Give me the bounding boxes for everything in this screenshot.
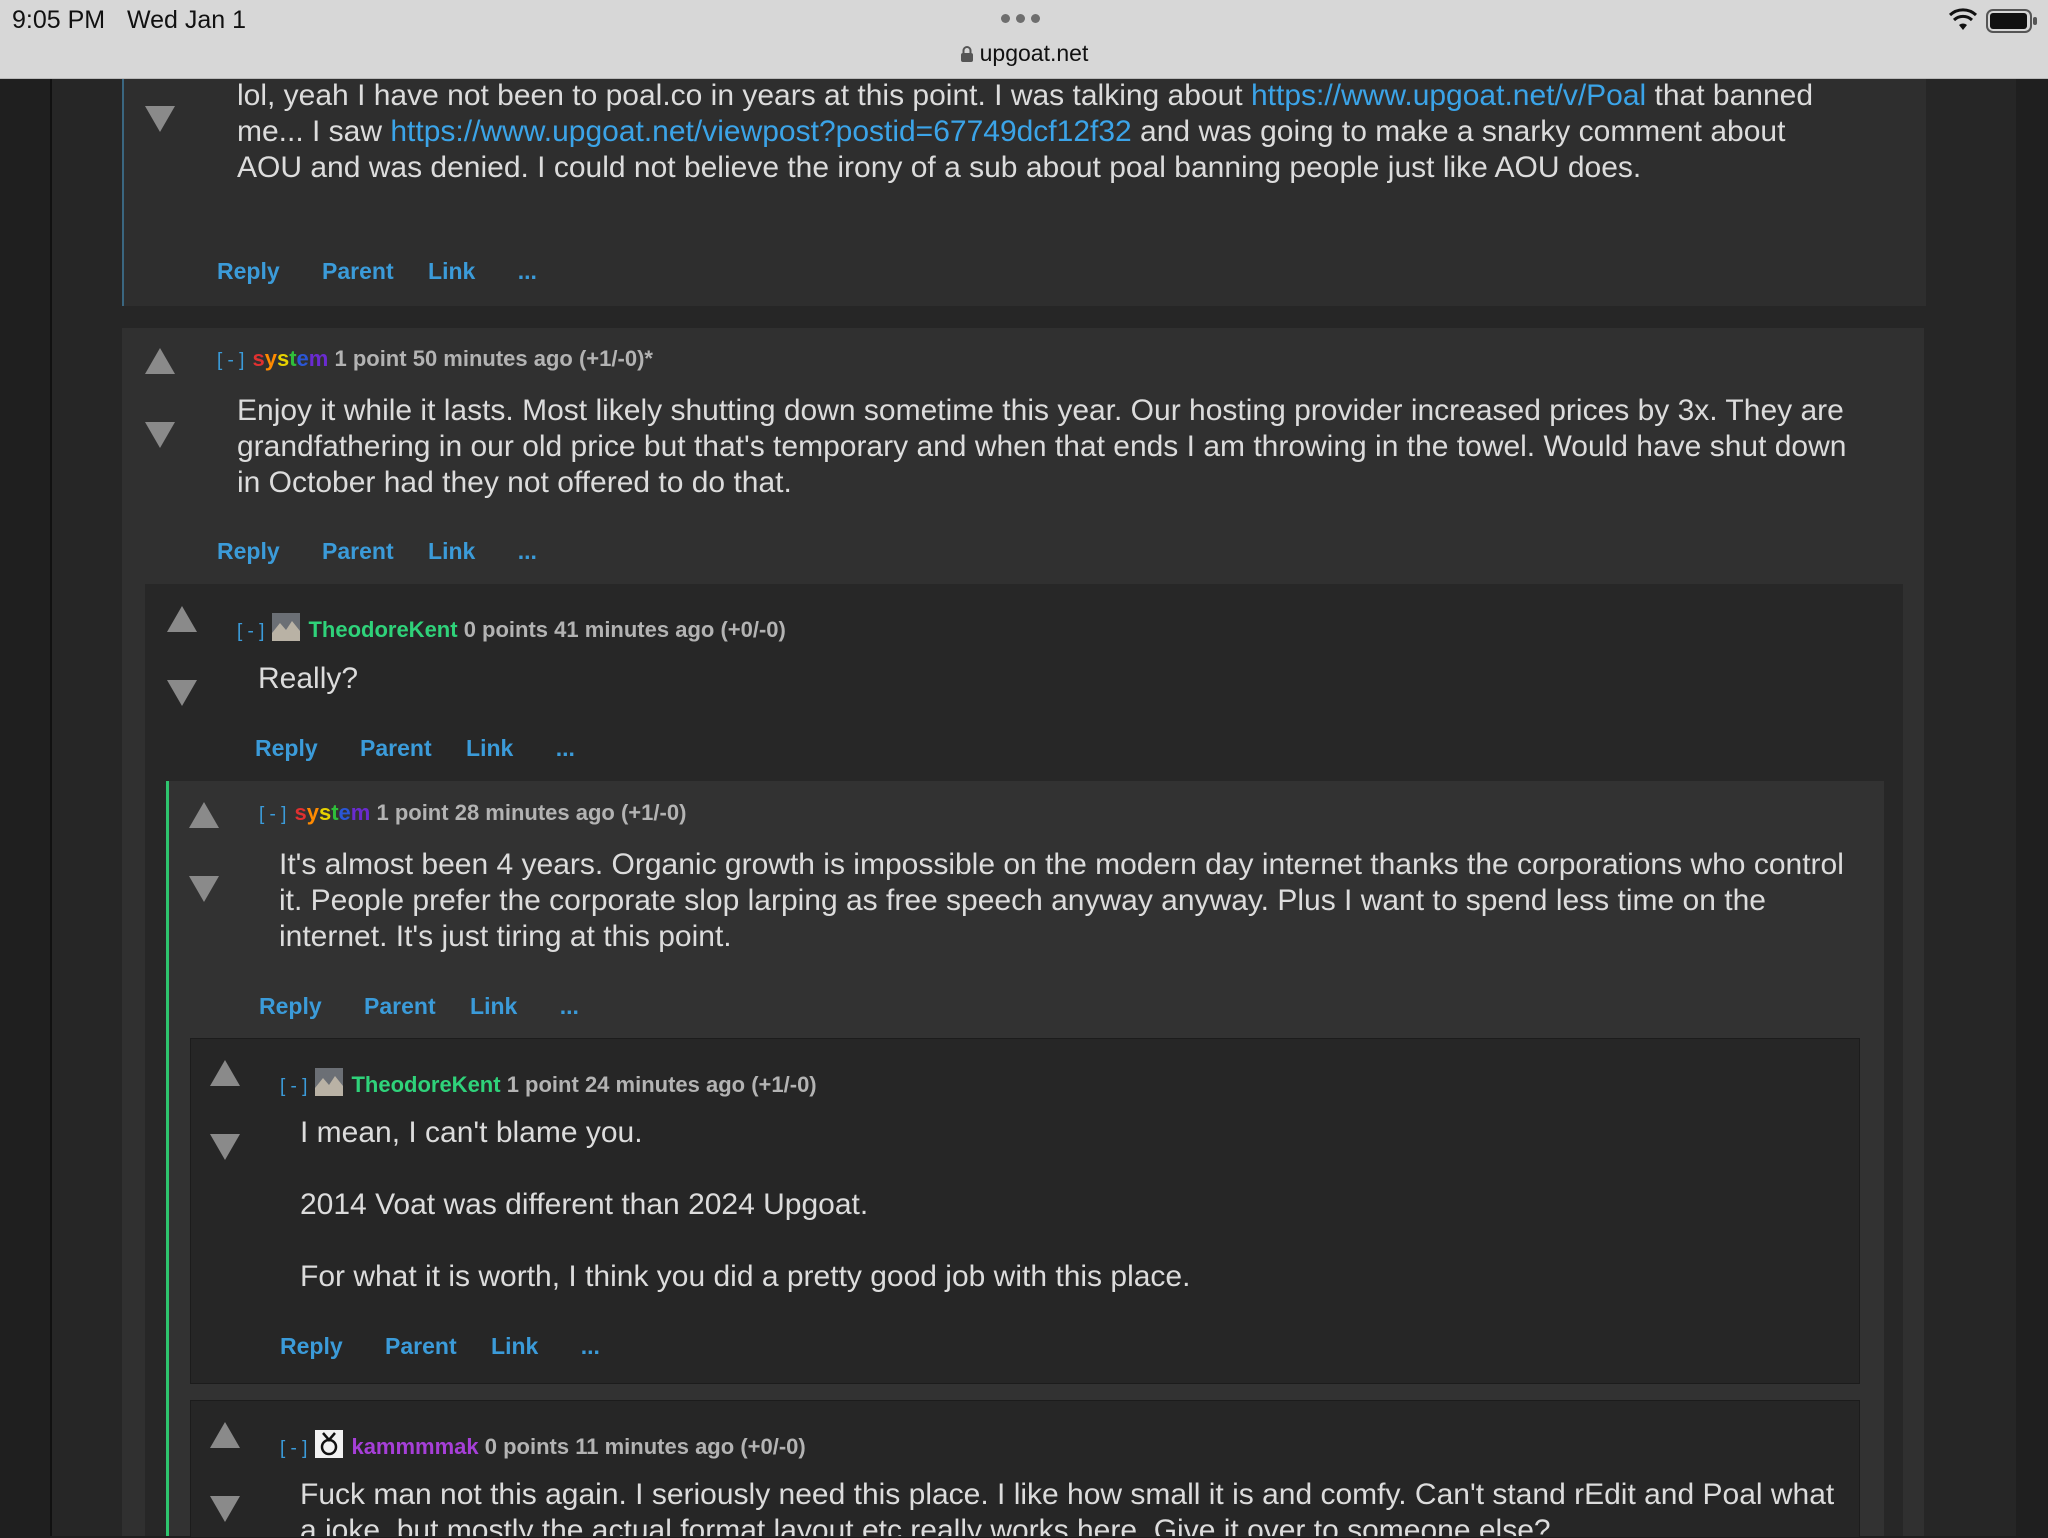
comment-body: Really? — [258, 662, 359, 695]
upvote-icon[interactable] — [189, 802, 219, 828]
comment-body: Fuck man not this again. I seriously nee… — [300, 1478, 1835, 1536]
comment-meta: [ - ] TheodoreKent 0 points 41 minutes ag… — [237, 613, 786, 643]
username[interactable]: kammmmak — [351, 1434, 478, 1459]
vote-tally: (+1/-0) — [620, 800, 687, 825]
comment-body: It's almost been 4 years. Organic growth… — [279, 848, 1844, 953]
permalink[interactable]: Link — [466, 735, 513, 762]
comment-body: lol, yeah I have not been to poal.co in … — [237, 79, 1814, 184]
reply-link[interactable]: Reply — [217, 538, 280, 565]
more-dots-icon[interactable] — [1001, 14, 1040, 23]
battery-icon — [1986, 9, 2037, 33]
parent-link[interactable]: Parent — [322, 538, 394, 565]
comment-actions: Reply Parent Link ... — [255, 735, 575, 762]
more-actions[interactable]: ... — [556, 735, 575, 762]
lock-icon — [960, 46, 973, 62]
score: 0 points — [484, 1434, 570, 1459]
downvote-icon[interactable] — [145, 422, 175, 448]
parent-link[interactable]: Parent — [360, 735, 432, 762]
downvote-icon[interactable] — [167, 680, 197, 706]
username[interactable]: system — [252, 346, 328, 371]
more-actions[interactable]: ... — [560, 993, 579, 1020]
comment-meta: [ - ] TheodoreKent 1 point 24 minutes ago… — [280, 1068, 817, 1098]
comment-actions: Reply Parent Link ... — [217, 258, 537, 285]
comment-body: Enjoy it while it lasts. Most likely shu… — [237, 394, 1847, 499]
downvote-icon[interactable] — [210, 1496, 240, 1522]
score: 1 point — [334, 346, 407, 371]
vote-tally: (+0/-0) — [720, 617, 786, 642]
date: Wed Jan 1 — [127, 6, 247, 34]
score: 1 point — [506, 1072, 579, 1097]
score: 1 point — [376, 800, 449, 825]
downvote-icon[interactable] — [189, 876, 219, 902]
status-bar: 9:05 PM Wed Jan 1 upgoat.net — [0, 0, 2048, 79]
timestamp: 11 minutes ago — [575, 1434, 735, 1459]
score: 0 points — [463, 617, 549, 642]
collapse-toggle[interactable]: [ - ] — [217, 350, 244, 371]
collapse-toggle[interactable]: [ - ] — [259, 804, 286, 825]
parent-link[interactable]: Parent — [385, 1333, 457, 1360]
post-link[interactable]: https://www.upgoat.net/v/Poal — [1251, 79, 1646, 112]
permalink[interactable]: Link — [491, 1333, 538, 1360]
reply-link[interactable]: Reply — [280, 1333, 343, 1360]
downvote-icon[interactable] — [145, 106, 175, 132]
avatar — [315, 1430, 344, 1458]
comment-meta: [ - ] system 1 point 28 minutes ago (+1/-… — [259, 800, 686, 826]
post-link[interactable]: https://www.upgoat.net/viewpost?postid=6… — [390, 115, 1131, 148]
collapse-toggle[interactable]: [ - ] — [280, 1076, 307, 1097]
collapse-toggle[interactable]: [ - ] — [280, 1438, 307, 1459]
upvote-icon[interactable] — [167, 606, 197, 632]
comment-paragraph: I mean, I can't blame you. — [300, 1116, 643, 1149]
collapse-toggle[interactable]: [ - ] — [237, 621, 264, 642]
vote-tally: (+0/-0) — [740, 1434, 806, 1459]
comment-body: I mean, I can't blame you. 2014 Voat was… — [300, 1115, 1840, 1295]
reply-link[interactable]: Reply — [255, 735, 318, 762]
permalink[interactable]: Link — [428, 258, 475, 285]
comment-paragraph: 2014 Voat was different than 2024 Upgoat… — [300, 1188, 869, 1221]
more-actions[interactable]: ... — [581, 1333, 600, 1360]
comment-paragraph: For what it is worth, I think you did a … — [300, 1260, 1191, 1293]
upvote-icon[interactable] — [210, 1060, 240, 1086]
comment-actions: Reply Parent Link ... — [280, 1333, 600, 1360]
clock: 9:05 PM — [12, 6, 106, 34]
username[interactable]: TheodoreKent — [351, 1072, 500, 1097]
more-actions[interactable]: ... — [518, 538, 537, 565]
url-text: upgoat.net — [979, 40, 1089, 66]
more-actions[interactable]: ... — [518, 258, 537, 285]
parent-link[interactable]: Parent — [364, 993, 436, 1020]
permalink[interactable]: Link — [428, 538, 475, 565]
upvote-icon[interactable] — [210, 1422, 240, 1448]
upvote-icon[interactable] — [145, 348, 175, 374]
parent-link[interactable]: Parent — [322, 258, 394, 285]
avatar — [315, 1068, 344, 1096]
permalink[interactable]: Link — [470, 993, 517, 1020]
address-bar[interactable]: upgoat.net — [0, 40, 2048, 67]
vote-tally: (+1/-0) — [751, 1072, 817, 1097]
vote-tally: (+1/-0)* — [578, 346, 653, 371]
timestamp: 50 minutes ago — [412, 346, 573, 371]
comment-actions: Reply Parent Link ... — [259, 993, 579, 1020]
timestamp: 28 minutes ago — [454, 800, 615, 825]
username[interactable]: TheodoreKent — [308, 617, 457, 642]
avatar — [272, 613, 301, 641]
comment-meta: [ - ] kammmmak 0 points 11 minutes ago (+… — [280, 1430, 806, 1460]
timestamp: 24 minutes ago — [584, 1072, 746, 1097]
comment-actions: Reply Parent Link ... — [217, 538, 537, 565]
downvote-icon[interactable] — [210, 1134, 240, 1160]
comment-meta: [ - ] system 1 point 50 minutes ago (+1/-… — [217, 346, 653, 372]
reply-link[interactable]: Reply — [259, 993, 322, 1020]
timestamp: 41 minutes ago — [554, 617, 715, 642]
reply-link[interactable]: Reply — [217, 258, 280, 285]
wifi-icon — [1948, 8, 1978, 30]
username[interactable]: system — [294, 800, 370, 825]
